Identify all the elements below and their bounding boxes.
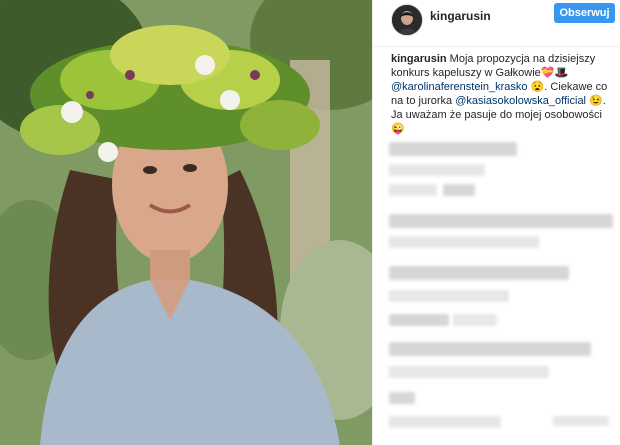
post-photo: [0, 0, 372, 445]
mention-link[interactable]: @karolinaferenstein_krasko: [391, 81, 528, 93]
post-caption: kingarusin Moja propozycja na dzisiejszy…: [391, 52, 609, 136]
blurred-comments: [383, 136, 619, 436]
post-sidebar: kingarusin Obserwuj kingarusin Moja prop…: [372, 0, 620, 445]
username-link[interactable]: kingarusin: [430, 9, 491, 23]
follow-button[interactable]: Obserwuj: [554, 3, 615, 23]
mention-link[interactable]: @kasiasokolowska_official: [455, 95, 586, 107]
post-header: kingarusin Obserwuj: [373, 0, 620, 47]
avatar[interactable]: [391, 4, 423, 36]
caption-author-link[interactable]: kingarusin: [391, 53, 447, 65]
